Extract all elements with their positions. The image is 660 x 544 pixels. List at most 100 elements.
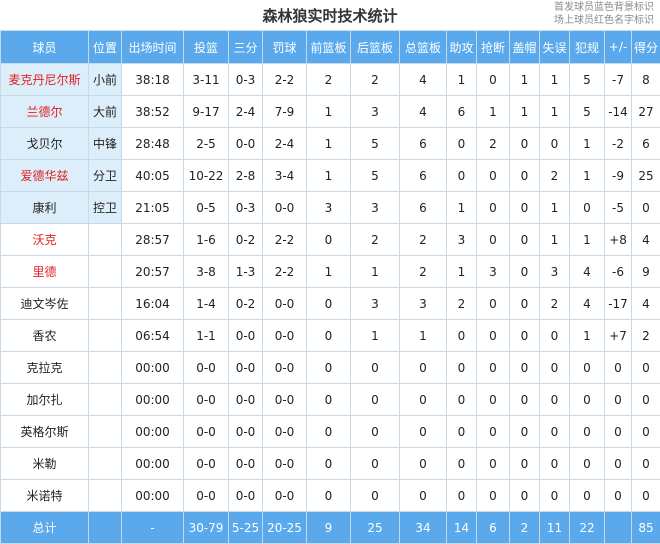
stat-cell: 0: [447, 416, 477, 448]
player-row: 戈贝尔中锋28:482-50-02-415602001-26: [1, 128, 660, 160]
stat-cell: 3-11: [184, 64, 229, 96]
stat-cell: 0: [447, 352, 477, 384]
stat-cell: 0: [540, 128, 570, 160]
player-position: [89, 288, 122, 320]
stat-cell: 6: [400, 160, 447, 192]
stat-cell: 0: [307, 416, 351, 448]
stat-cell: 0: [510, 224, 540, 256]
stat-cell: 0-2: [229, 288, 263, 320]
player-row: 里德20:573-81-32-211213034-69: [1, 256, 660, 288]
player-position: [89, 448, 122, 480]
stat-cell: 4: [632, 224, 660, 256]
stat-cell: 0-0: [263, 288, 307, 320]
stat-cell: 0: [477, 416, 510, 448]
stat-cell: -9: [605, 160, 632, 192]
column-header: 盖帽: [510, 31, 540, 64]
stat-cell: 3: [477, 256, 510, 288]
stat-cell: 0: [351, 448, 400, 480]
column-header: 失误: [540, 31, 570, 64]
stat-cell: 1-6: [184, 224, 229, 256]
stat-cell: 0: [605, 384, 632, 416]
stat-cell: 40:05: [122, 160, 184, 192]
totals-cell: 14: [447, 512, 477, 544]
player-position: [89, 352, 122, 384]
stat-cell: 0-0: [184, 384, 229, 416]
stat-cell: 1: [307, 128, 351, 160]
totals-row: 总计-30-795-2520-25925341462112285: [1, 512, 660, 544]
totals-cell: 22: [570, 512, 605, 544]
stat-cell: -14: [605, 96, 632, 128]
player-name: 加尔扎: [1, 384, 89, 416]
player-name: 米诺特: [1, 480, 89, 512]
header-row: 球员位置出场时间投篮三分罚球前篮板后篮板总篮板助攻抢断盖帽失误犯规+/-得分: [1, 31, 660, 64]
totals-label: 总计: [1, 512, 89, 544]
stat-cell: 4: [570, 288, 605, 320]
stat-cell: 00:00: [122, 480, 184, 512]
stat-cell: 2-4: [263, 128, 307, 160]
column-header: 后篮板: [351, 31, 400, 64]
column-header: 罚球: [263, 31, 307, 64]
player-name: 克拉克: [1, 352, 89, 384]
stat-cell: 21:05: [122, 192, 184, 224]
stat-cell: 6: [632, 128, 660, 160]
stat-cell: 1-4: [184, 288, 229, 320]
stat-cell: -5: [605, 192, 632, 224]
player-row: 香农06:541-10-00-001100001+72: [1, 320, 660, 352]
stat-cell: 1: [351, 256, 400, 288]
stat-cell: 00:00: [122, 416, 184, 448]
stat-cell: 0-0: [184, 448, 229, 480]
player-name: 麦克丹尼尔斯: [1, 64, 89, 96]
stat-cell: 1: [477, 96, 510, 128]
totals-cell: 20-25: [263, 512, 307, 544]
stat-cell: 0-0: [229, 128, 263, 160]
stat-cell: 5: [570, 64, 605, 96]
stat-cell: 0: [477, 448, 510, 480]
stat-cell: 0: [540, 352, 570, 384]
stat-cell: 4: [400, 64, 447, 96]
player-position: 小前: [89, 64, 122, 96]
stat-cell: 20:57: [122, 256, 184, 288]
stat-cell: 0: [632, 352, 660, 384]
player-name: 戈贝尔: [1, 128, 89, 160]
stat-cell: 27: [632, 96, 660, 128]
stat-cell: 0-0: [184, 352, 229, 384]
stat-cell: 0: [400, 480, 447, 512]
stat-cell: 2: [632, 320, 660, 352]
stat-cell: 2-8: [229, 160, 263, 192]
stat-cell: 0-0: [263, 352, 307, 384]
stat-cell: 0: [540, 384, 570, 416]
stat-cell: 2: [477, 128, 510, 160]
stat-cell: 0: [570, 384, 605, 416]
stat-cell: 0: [570, 352, 605, 384]
stat-cell: 16:04: [122, 288, 184, 320]
player-position: 控卫: [89, 192, 122, 224]
stat-cell: 1: [540, 192, 570, 224]
stat-cell: 0: [605, 480, 632, 512]
stat-cell: 0: [351, 416, 400, 448]
player-name: 兰德尔: [1, 96, 89, 128]
player-row: 麦克丹尼尔斯小前38:183-110-32-222410115-78: [1, 64, 660, 96]
stat-cell: 3-8: [184, 256, 229, 288]
stat-cell: 0-0: [229, 352, 263, 384]
legend-starter-note: 首发球员蓝色背景标识: [554, 1, 654, 14]
stat-cell: 3: [351, 96, 400, 128]
stat-cell: 2-5: [184, 128, 229, 160]
totals-cell: 5-25: [229, 512, 263, 544]
stats-page: 森林狼实时技术统计 首发球员蓝色背景标识 场上球员红色名字标识 球员位置出场时间…: [0, 0, 660, 543]
stat-cell: 2: [351, 224, 400, 256]
player-name: 香农: [1, 320, 89, 352]
stat-cell: 3: [351, 288, 400, 320]
stat-cell: 25: [632, 160, 660, 192]
stat-cell: 6: [400, 128, 447, 160]
stat-cell: -6: [605, 256, 632, 288]
stat-cell: 0: [510, 288, 540, 320]
stat-cell: 0: [605, 448, 632, 480]
column-header: 位置: [89, 31, 122, 64]
stat-cell: 2-2: [263, 256, 307, 288]
stat-cell: 2: [351, 64, 400, 96]
stat-cell: 1: [540, 64, 570, 96]
column-header: 前篮板: [307, 31, 351, 64]
totals-cell: 85: [632, 512, 660, 544]
stat-cell: 4: [632, 288, 660, 320]
stat-cell: 2-2: [263, 224, 307, 256]
